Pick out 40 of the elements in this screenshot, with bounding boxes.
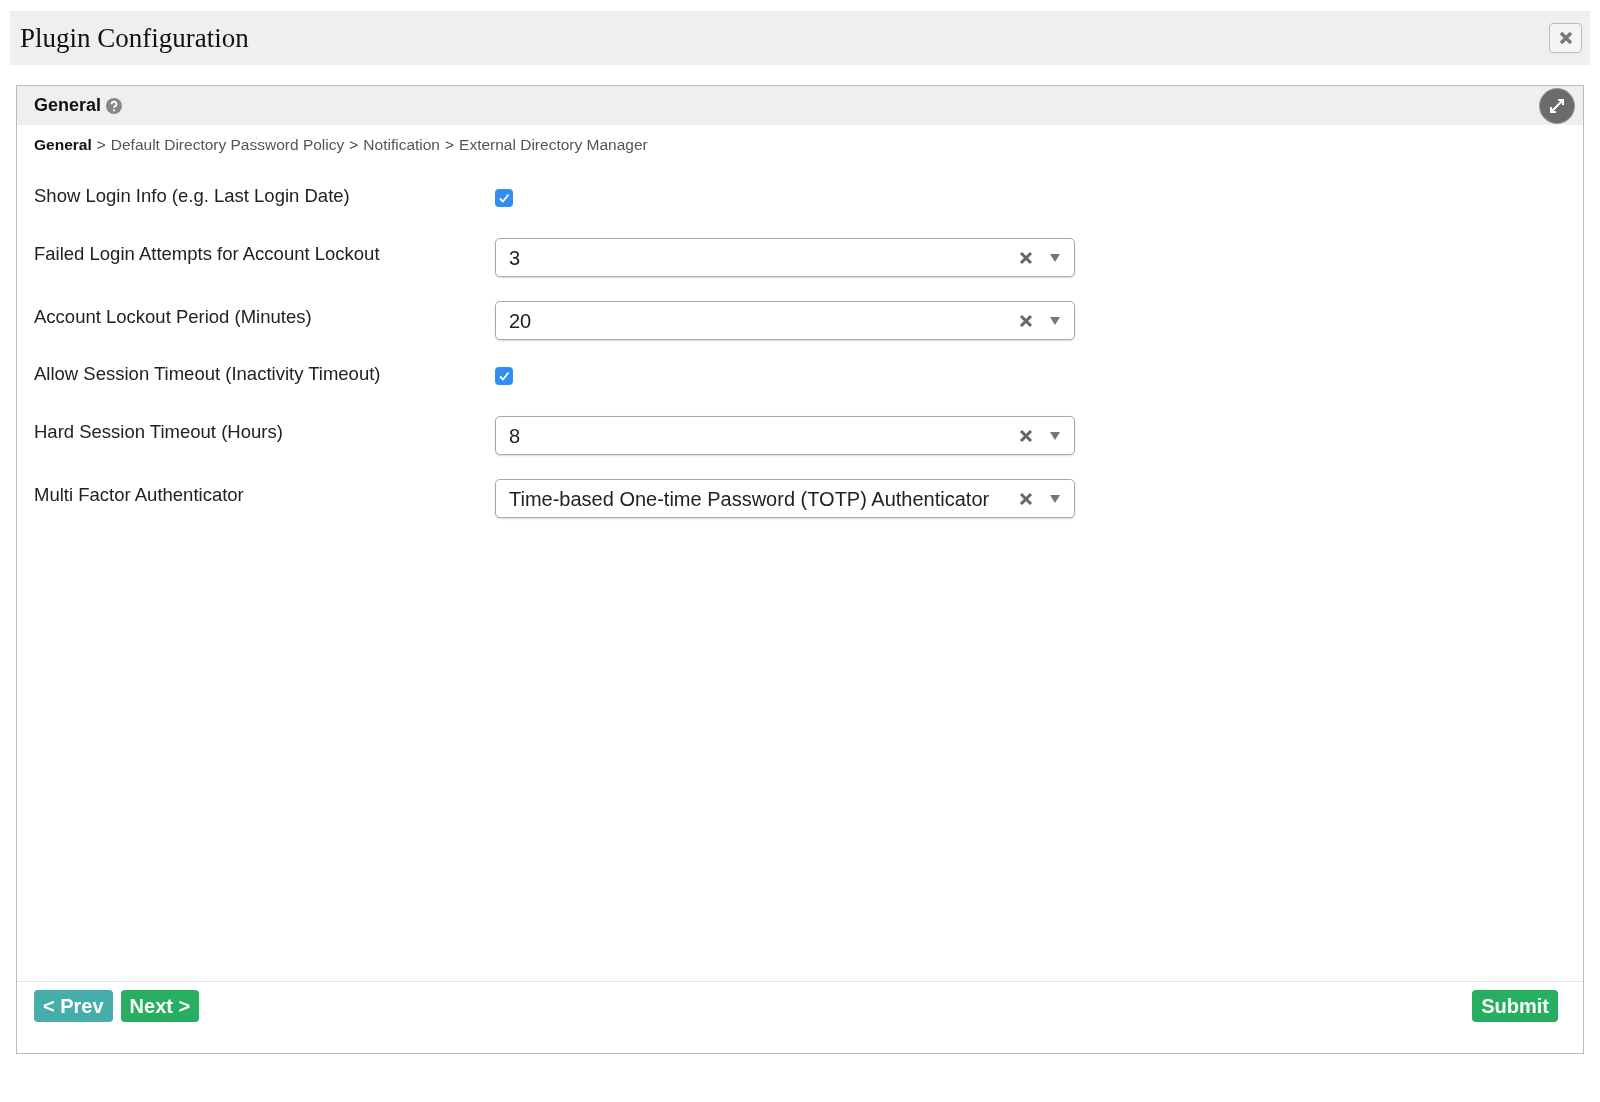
- breadcrumb-item[interactable]: External Directory Manager: [459, 133, 648, 157]
- check-icon: [498, 370, 510, 383]
- breadcrumb-separator: >: [445, 135, 455, 155]
- clear-icon[interactable]: [1019, 313, 1033, 328]
- check-icon: [498, 192, 510, 205]
- clear-icon[interactable]: [1019, 428, 1033, 443]
- breadcrumb-separator: >: [349, 135, 359, 155]
- select-value: 3: [509, 245, 522, 271]
- help-icon[interactable]: [106, 97, 123, 114]
- breadcrumb-item[interactable]: Default Directory Password Policy: [110, 133, 345, 157]
- close-icon: [1558, 31, 1573, 45]
- select-value: 20: [509, 308, 533, 334]
- select-value: 8: [509, 423, 522, 449]
- breadcrumb-item[interactable]: Notification: [363, 133, 440, 157]
- select-field[interactable]: 20: [495, 301, 1075, 341]
- caret-icon[interactable]: [1050, 316, 1060, 325]
- breadcrumb-item[interactable]: General: [34, 133, 92, 157]
- select-value: Time-based One-time Password (TOTP) Authenticator: [509, 486, 991, 512]
- caret-icon[interactable]: [1050, 431, 1060, 440]
- expand-icon: [1548, 96, 1566, 115]
- breadcrumb-separator: >: [96, 135, 106, 155]
- field-label: Failed Login Attempts for Account Lockout: [34, 242, 381, 267]
- field-label: Show Login Info (e.g. Last Login Date): [34, 184, 351, 209]
- section-title: General: [34, 94, 102, 117]
- field-label: Hard Session Timeout (Hours): [34, 420, 284, 445]
- window-title: Plugin Configuration: [20, 21, 249, 55]
- field-label: Allow Session Timeout (Inactivity Timeout): [34, 362, 382, 387]
- clear-icon[interactable]: [1019, 491, 1033, 506]
- caret-icon[interactable]: [1050, 253, 1060, 262]
- caret-icon[interactable]: [1050, 494, 1060, 503]
- field-label: Multi Factor Authenticator: [34, 483, 245, 508]
- checkbox[interactable]: [495, 367, 513, 386]
- select-field[interactable]: 3: [495, 238, 1075, 278]
- checkbox[interactable]: [495, 189, 513, 208]
- expand-button[interactable]: [1539, 87, 1575, 124]
- clear-icon[interactable]: [1019, 250, 1033, 265]
- field-label: Account Lockout Period (Minutes): [34, 305, 313, 330]
- close-button[interactable]: [1549, 23, 1582, 53]
- select-field[interactable]: 8: [495, 416, 1075, 456]
- select-field[interactable]: Time-based One-time Password (TOTP) Authenticator: [495, 479, 1075, 519]
